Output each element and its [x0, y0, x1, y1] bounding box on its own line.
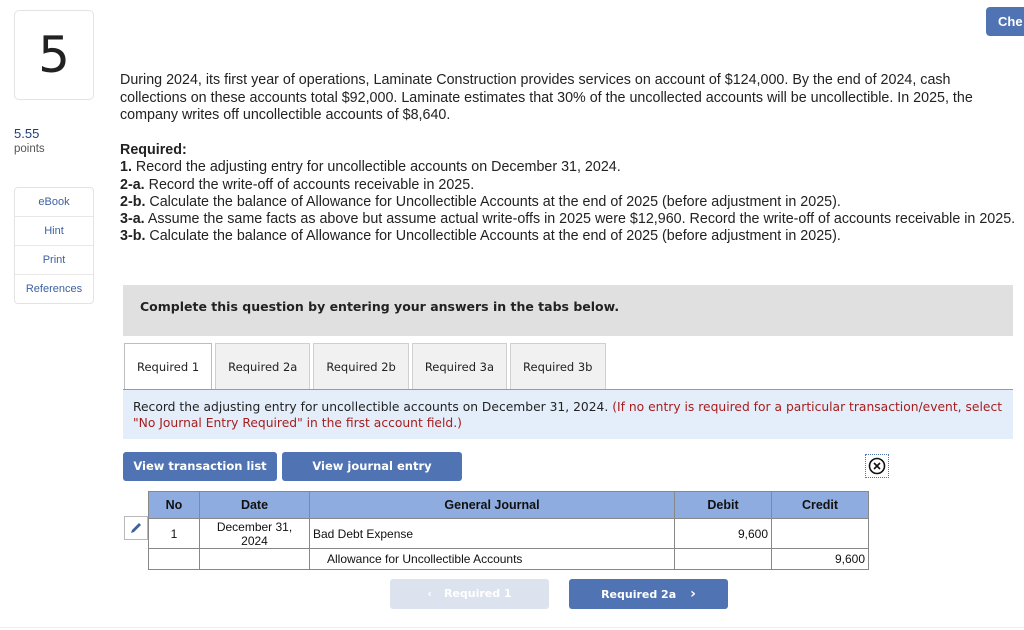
tab-required-1[interactable]: Required 1	[124, 343, 213, 390]
entry-debit[interactable]: 9,600	[674, 518, 772, 549]
bottom-divider	[0, 627, 1024, 628]
hint-link[interactable]: Hint	[15, 217, 93, 246]
requirement-item: 2-b. Calculate the balance of Allowance …	[120, 194, 1020, 211]
clear-icon[interactable]	[865, 454, 889, 478]
chevron-right-icon: ›	[690, 586, 696, 602]
view-transaction-list-button[interactable]: View transaction list	[123, 452, 277, 481]
tab-required-3a[interactable]: Required 3a	[411, 343, 508, 389]
tab-instruction: Record the adjusting entry for uncollect…	[123, 390, 1013, 439]
requirement-label: 2-b.	[120, 193, 146, 210]
instruction-text: Record the adjusting entry for uncollect…	[133, 400, 609, 414]
tab-required-2b[interactable]: Required 2b	[313, 343, 409, 389]
instructions-banner: Complete this question by entering your …	[123, 285, 1013, 336]
chevron-left-icon: ‹	[427, 587, 432, 600]
header-date: Date	[199, 491, 310, 519]
entry-date: December 31, 2024	[199, 518, 310, 549]
banner-text: Complete this question by entering your …	[140, 299, 620, 314]
requirement-label: 3-b.	[120, 228, 146, 245]
prev-required-button[interactable]: ‹ Required 1	[390, 579, 549, 609]
check-button[interactable]: Che	[986, 7, 1024, 36]
entry-debit[interactable]	[674, 548, 772, 570]
requirement-item: 3-b. Calculate the balance of Allowance …	[120, 228, 1020, 245]
requirement-item: 1. Record the adjusting entry for uncoll…	[120, 159, 1020, 176]
requirement-text: Record the adjusting entry for uncollect…	[131, 159, 621, 176]
entry-credit[interactable]	[771, 518, 869, 549]
tab-bar: Required 1 Required 2a Required 2b Requi…	[124, 343, 609, 390]
problem-intro: During 2024, its first year of operation…	[120, 72, 973, 123]
ebook-link[interactable]: eBook	[15, 188, 93, 217]
entry-no	[148, 548, 200, 570]
entry-date	[199, 548, 310, 570]
prev-label: Required 1	[443, 587, 512, 600]
tab-required-3b[interactable]: Required 3b	[510, 343, 606, 389]
header-credit: Credit	[771, 491, 869, 519]
requirement-item: 3-a. Assume the same facts as above but …	[120, 211, 1020, 228]
requirement-text: Calculate the balance of Allowance for U…	[145, 228, 841, 245]
header-general-journal: General Journal	[309, 491, 675, 519]
table-row: 1 December 31, 2024 Bad Debt Expense 9,6…	[148, 518, 869, 549]
circle-x-icon	[868, 457, 886, 475]
entry-credit[interactable]: 9,600	[771, 548, 869, 570]
points-label: points	[14, 143, 45, 155]
requirement-text: Record the write-off of accounts receiva…	[144, 176, 475, 193]
requirement-item: 2-a. Record the write-off of accounts re…	[120, 177, 1020, 194]
question-number: 5	[14, 10, 94, 100]
next-required-button[interactable]: Required 2a ›	[569, 579, 728, 609]
print-link[interactable]: Print	[15, 246, 93, 275]
table-header-row: No Date General Journal Debit Credit	[148, 491, 869, 519]
header-no: No	[148, 491, 200, 519]
requirement-label: 2-a.	[120, 176, 145, 193]
requirement-text: Calculate the balance of Allowance for U…	[145, 193, 841, 210]
tab-required-2a[interactable]: Required 2a	[215, 343, 311, 389]
entry-no: 1	[148, 518, 200, 549]
journal-table: No Date General Journal Debit Credit 1 D…	[148, 491, 869, 570]
table-row: Allowance for Uncollectible Accounts 9,6…	[148, 548, 869, 570]
edit-entry-button[interactable]	[124, 516, 148, 540]
next-label: Required 2a	[601, 588, 677, 601]
side-tools: eBook Hint Print References	[14, 187, 94, 304]
requirement-label: 3-a.	[120, 211, 145, 228]
requirement-text: Assume the same facts as above but assum…	[144, 211, 1016, 228]
requirements: Required: 1. Record the adjusting entry …	[120, 142, 1020, 246]
entry-account[interactable]: Bad Debt Expense	[309, 518, 675, 549]
view-journal-worksheet-button[interactable]: View journal entry worksheet	[282, 452, 462, 502]
required-heading: Required:	[120, 142, 187, 158]
header-debit: Debit	[674, 491, 772, 519]
points-value: 5.55	[14, 126, 40, 141]
entry-account[interactable]: Allowance for Uncollectible Accounts	[309, 548, 675, 570]
requirement-label: 1.	[120, 159, 132, 176]
pencil-icon	[131, 523, 141, 533]
references-link[interactable]: References	[15, 275, 93, 303]
